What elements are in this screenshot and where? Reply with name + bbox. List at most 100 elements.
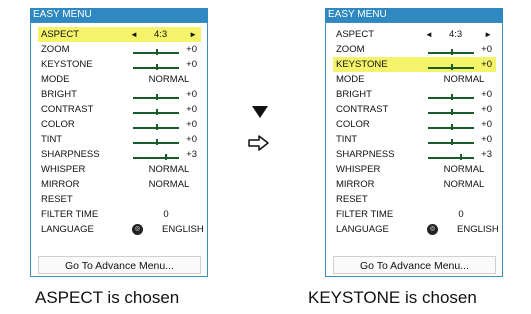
menu-item-label: CONTRAST <box>336 104 389 115</box>
menu-item-reset[interactable]: RESET <box>333 192 496 207</box>
color-slider[interactable] <box>133 124 179 130</box>
globe-icon: ◎ <box>427 224 438 235</box>
advance-menu-button[interactable]: Go To Advance Menu... <box>38 256 201 274</box>
menu-item-label: COLOR <box>336 119 370 130</box>
menu-item-reset[interactable]: RESET <box>38 192 201 207</box>
menu-item-label: BRIGHT <box>41 89 77 100</box>
arrow-left-icon[interactable]: ◄ <box>130 27 138 42</box>
arrow-right-icon[interactable]: ► <box>189 27 197 42</box>
contrast-value: +0 <box>481 104 492 115</box>
arrow-right-icon[interactable]: ► <box>484 27 492 42</box>
menu-item-tint[interactable]: TINT +0 <box>333 132 496 147</box>
menu-item-label: MODE <box>41 74 70 85</box>
menu-item-color[interactable]: COLOR +0 <box>333 117 496 132</box>
bright-slider[interactable] <box>133 94 179 100</box>
mirror-value: NORMAL <box>148 179 190 190</box>
easy-menu-panel-keystone: EASY MENU ASPECT ◄ 4:3 ► ZOOM +0 KEYSTON… <box>325 8 503 277</box>
keystone-value: +0 <box>186 59 197 70</box>
menu-item-keystone[interactable]: KEYSTONE +0 <box>333 57 496 72</box>
language-value: ENGLISH <box>162 224 204 235</box>
menu-item-filter-time[interactable]: FILTER TIME 0 <box>333 207 496 222</box>
caption-left: ASPECT is chosen <box>35 288 180 307</box>
menu-item-whisper[interactable]: WHISPER NORMAL <box>333 162 496 177</box>
tint-value: +0 <box>481 134 492 145</box>
menu-item-sharpness[interactable]: SHARPNESS +3 <box>38 147 201 162</box>
menu-item-zoom[interactable]: ZOOM +0 <box>333 42 496 57</box>
caption-right: KEYSTONE is chosen <box>308 288 477 307</box>
menu-item-bright[interactable]: BRIGHT +0 <box>333 87 496 102</box>
menu-item-filter-time[interactable]: FILTER TIME 0 <box>38 207 201 222</box>
menu-item-label: KEYSTONE <box>336 59 388 70</box>
menu-title: EASY MENU <box>30 8 208 22</box>
menu-item-label: ASPECT <box>41 29 80 40</box>
contrast-slider[interactable] <box>133 109 179 115</box>
menu-item-aspect[interactable]: ASPECT ◄ 4:3 ► <box>333 27 496 42</box>
menu-item-label: RESET <box>41 194 73 205</box>
menu-item-language[interactable]: LANGUAGE ◎ ENGLISH <box>38 222 204 237</box>
menu-item-color[interactable]: COLOR +0 <box>38 117 201 132</box>
menu-item-mode[interactable]: MODE NORMAL <box>38 72 201 87</box>
arrow-left-icon[interactable]: ◄ <box>425 27 433 42</box>
menu-item-label: BRIGHT <box>336 89 372 100</box>
language-value: ENGLISH <box>457 224 499 235</box>
menu-item-label: SHARPNESS <box>41 149 100 160</box>
menu-item-label: COLOR <box>41 119 75 130</box>
menu-item-label: CONTRAST <box>41 104 94 115</box>
sharpness-slider[interactable] <box>428 154 474 160</box>
bright-value: +0 <box>481 89 492 100</box>
sharpness-slider[interactable] <box>133 154 179 160</box>
menu-item-language[interactable]: LANGUAGE ◎ ENGLISH <box>333 222 499 237</box>
whisper-value: NORMAL <box>443 164 485 175</box>
menu-item-label: ZOOM <box>336 44 365 55</box>
keystone-slider[interactable] <box>428 64 474 70</box>
menu-title: EASY MENU <box>325 8 503 22</box>
zoom-slider[interactable] <box>133 49 179 55</box>
keystone-slider[interactable] <box>133 64 179 70</box>
zoom-slider[interactable] <box>428 49 474 55</box>
tint-slider[interactable] <box>133 139 179 145</box>
mode-value: NORMAL <box>148 74 190 85</box>
menu-item-label: TINT <box>41 134 63 145</box>
aspect-value: 4:3 <box>154 29 168 40</box>
easy-menu-panel-aspect: EASY MENU ASPECT ◄ 4:3 ► ZOOM +0 KEYSTON… <box>30 8 208 277</box>
menu-item-label: RESET <box>336 194 368 205</box>
zoom-value: +0 <box>186 44 197 55</box>
advance-menu-button[interactable]: Go To Advance Menu... <box>333 256 496 274</box>
menu-item-contrast[interactable]: CONTRAST +0 <box>38 102 201 117</box>
menu-item-mode[interactable]: MODE NORMAL <box>333 72 496 87</box>
menu-item-label: ZOOM <box>41 44 70 55</box>
menu-item-whisper[interactable]: WHISPER NORMAL <box>38 162 201 177</box>
bright-slider[interactable] <box>428 94 474 100</box>
menu-item-sharpness[interactable]: SHARPNESS +3 <box>333 147 496 162</box>
menu-item-label: WHISPER <box>41 164 86 175</box>
menu-item-label: FILTER TIME <box>336 209 394 220</box>
filter-time-value: 0 <box>458 209 464 220</box>
color-value: +0 <box>186 119 197 130</box>
right-arrow-icon <box>248 135 269 151</box>
menu-item-zoom[interactable]: ZOOM +0 <box>38 42 201 57</box>
menu-box: ASPECT ◄ 4:3 ► ZOOM +0 KEYSTONE +0 MODE … <box>325 22 503 277</box>
keystone-value: +0 <box>481 59 492 70</box>
menu-item-label: KEYSTONE <box>41 59 93 70</box>
menu-item-aspect[interactable]: ASPECT ◄ 4:3 ► <box>38 27 201 42</box>
zoom-value: +0 <box>481 44 492 55</box>
contrast-slider[interactable] <box>428 109 474 115</box>
menu-item-label: LANGUAGE <box>41 224 94 235</box>
menu-item-mirror[interactable]: MIRROR NORMAL <box>333 177 496 192</box>
menu-item-mirror[interactable]: MIRROR NORMAL <box>38 177 201 192</box>
color-slider[interactable] <box>428 124 474 130</box>
filter-time-value: 0 <box>163 209 169 220</box>
menu-item-label: FILTER TIME <box>41 209 99 220</box>
menu-item-label: MIRROR <box>41 179 80 190</box>
menu-item-label: MODE <box>336 74 365 85</box>
menu-item-contrast[interactable]: CONTRAST +0 <box>333 102 496 117</box>
bright-value: +0 <box>186 89 197 100</box>
menu-item-label: LANGUAGE <box>336 224 389 235</box>
menu-item-bright[interactable]: BRIGHT +0 <box>38 87 201 102</box>
menu-item-tint[interactable]: TINT +0 <box>38 132 201 147</box>
menu-item-label: MIRROR <box>336 179 375 190</box>
color-value: +0 <box>481 119 492 130</box>
menu-item-keystone[interactable]: KEYSTONE +0 <box>38 57 201 72</box>
tint-slider[interactable] <box>428 139 474 145</box>
aspect-value: 4:3 <box>449 29 463 40</box>
